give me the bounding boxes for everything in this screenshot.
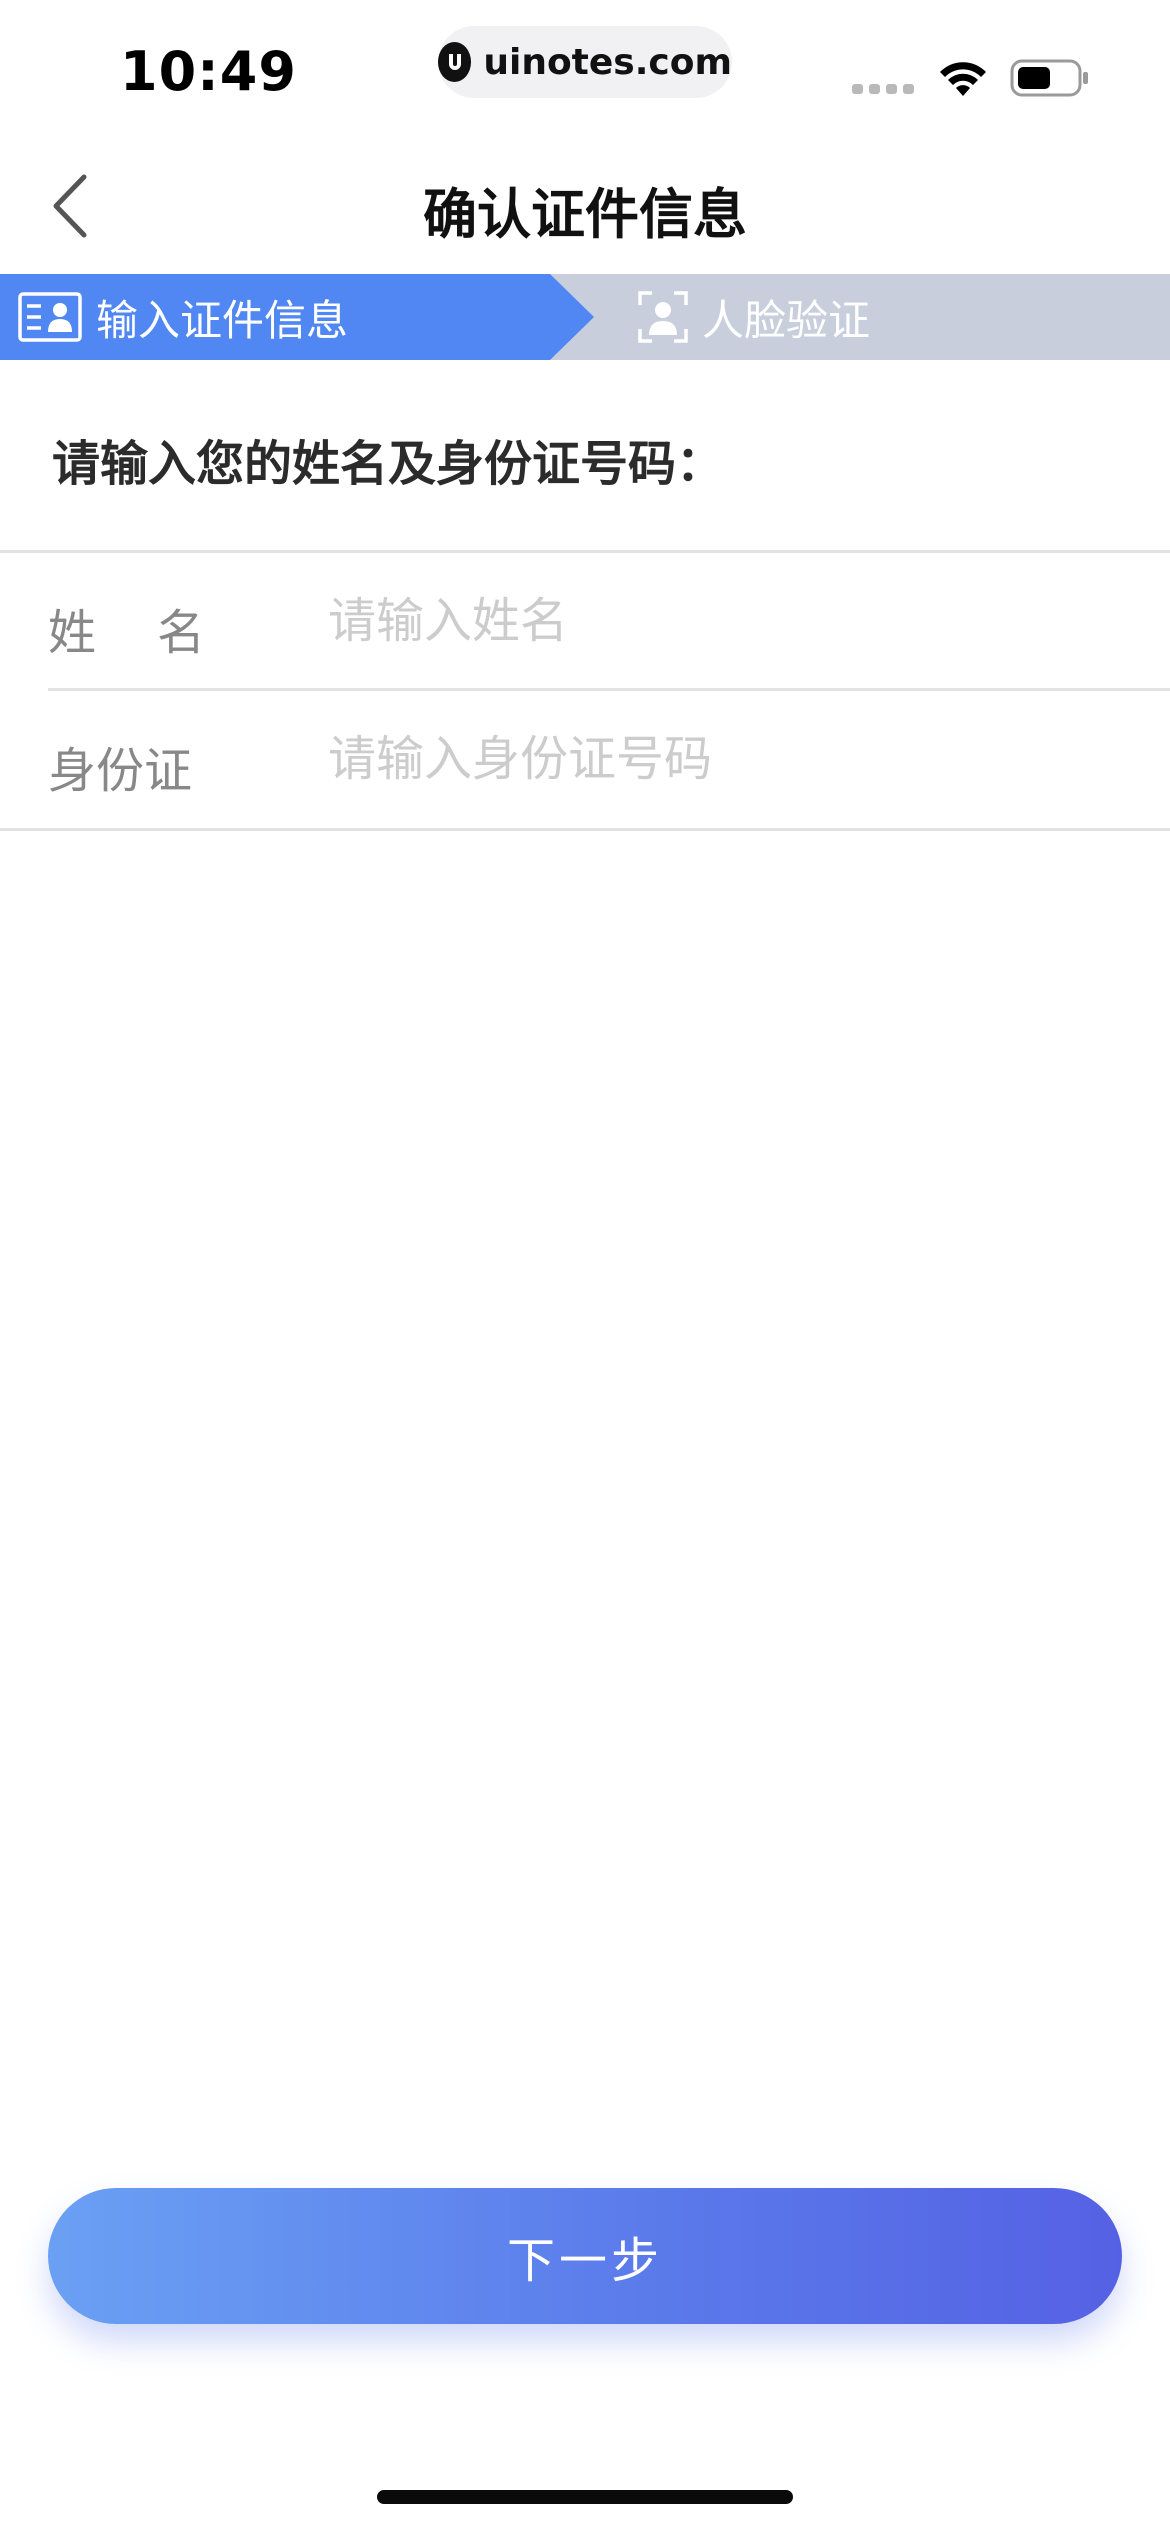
status-time: 10:49 (120, 40, 297, 103)
home-indicator (377, 2490, 793, 2504)
page-title: 确认证件信息 (423, 183, 747, 246)
next-step-button[interactable]: 下一步 (48, 2188, 1122, 2324)
id-number-row: 身份证 (0, 691, 1170, 827)
name-label: 姓 名 (48, 605, 206, 661)
divider (0, 828, 1170, 831)
step-1-label: 输入证件信息 (96, 295, 349, 345)
step-2: 人脸验证 (638, 274, 870, 360)
battery-icon (1010, 58, 1090, 102)
name-input[interactable] (328, 581, 1128, 661)
wifi-icon (938, 58, 988, 102)
step-2-label: 人脸验证 (702, 295, 871, 345)
step-1: 输入证件信息 (18, 274, 348, 360)
id-number-input[interactable] (328, 719, 1128, 799)
step-progress-bar: 输入证件信息 人脸验证 (0, 274, 1170, 360)
face-scan-icon (638, 291, 688, 343)
form-prompt: 请输入您的姓名及身份证号码： (52, 436, 725, 492)
url-pill[interactable]: uinotes.com (438, 26, 732, 98)
status-bar: 10:49 uinotes.com (0, 0, 1170, 140)
site-logo-icon (438, 42, 472, 82)
id-number-label: 身份证 (48, 743, 193, 799)
signal-dots-icon (852, 84, 914, 94)
id-card-icon (18, 292, 82, 342)
url-text: uinotes.com (483, 41, 732, 83)
nav-bar: 确认证件信息 (0, 140, 1170, 274)
name-row: 姓 名 (0, 553, 1170, 689)
